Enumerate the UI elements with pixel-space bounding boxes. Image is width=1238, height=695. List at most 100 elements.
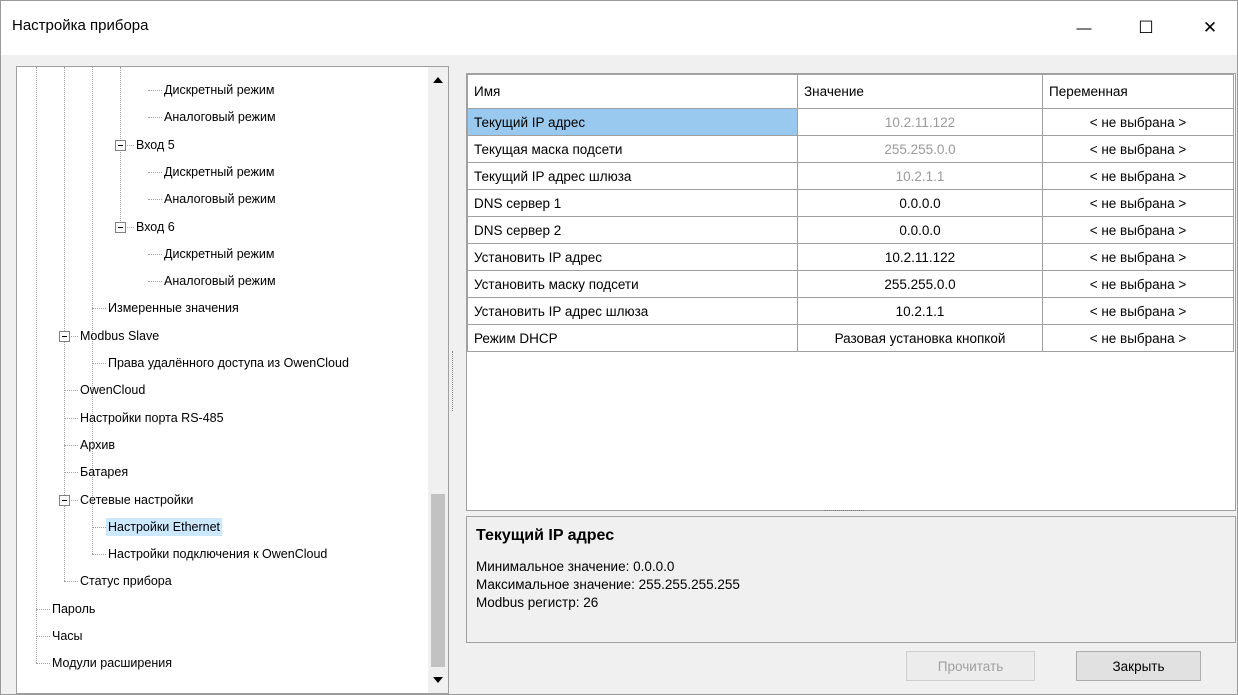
properties-table: Имя Значение Переменная Текущий IP адрес…: [467, 74, 1234, 352]
property-name[interactable]: Текущий IP адрес: [467, 108, 798, 136]
arrow-down-icon: [433, 677, 443, 683]
tree-node[interactable]: Дискретный режим: [162, 245, 276, 263]
title-bar[interactable]: Настройка прибора — ☐ ✕: [1, 1, 1237, 55]
property-name[interactable]: Установить маску подсети: [467, 270, 798, 298]
read-button[interactable]: Прочитать: [906, 651, 1035, 681]
property-variable[interactable]: < не выбрана >: [1042, 189, 1234, 217]
table-row[interactable]: Установить IP адрес шлюза 10.2.1.1 < не вы…: [467, 297, 1234, 325]
property-value[interactable]: 0.0.0.0: [797, 216, 1043, 244]
tree-node[interactable]: Модули расширения: [50, 654, 174, 672]
tree-node[interactable]: Аналоговый режим: [162, 190, 278, 208]
tree-connector: [64, 417, 78, 419]
property-name[interactable]: DNS сервер 2: [467, 216, 798, 244]
window-title: Настройка прибора: [12, 17, 149, 34]
description-min: Минимальное значение: 0.0.0.0: [476, 559, 675, 574]
tree-connector: [36, 636, 50, 637]
property-name[interactable]: Режим DHCP: [467, 324, 798, 352]
tree-node[interactable]: Батарея: [78, 463, 130, 481]
table-row[interactable]: Текущий IP адрес 10.2.11.122 < не выбрана …: [467, 108, 1234, 136]
tree-node[interactable]: Вход 5: [134, 136, 177, 154]
property-variable[interactable]: < не выбрана >: [1042, 135, 1234, 163]
tree-node[interactable]: OwenCloud: [78, 381, 147, 399]
tree-node[interactable]: Настройки подключения к OwenCloud: [106, 545, 329, 563]
tree-node[interactable]: Вход 6: [134, 218, 177, 236]
property-name[interactable]: Установить IP адрес шлюза: [467, 297, 798, 325]
tree-node[interactable]: Аналоговый режим: [162, 272, 278, 290]
collapse-toggle-icon[interactable]: [115, 139, 126, 151]
property-name[interactable]: Текущая маска подсети: [467, 135, 798, 163]
close-icon: ✕: [1202, 18, 1218, 37]
tree-node[interactable]: Аналоговый режим: [162, 108, 278, 126]
property-variable[interactable]: < не выбрана >: [1042, 297, 1234, 325]
tree-connector: [148, 253, 162, 255]
table-header-row: Имя Значение Переменная: [467, 74, 1234, 109]
property-variable[interactable]: < не выбрана >: [1042, 108, 1234, 136]
tree-node[interactable]: Измеренные значения: [106, 299, 241, 317]
maximize-icon: ☐: [1138, 18, 1154, 37]
tree-node[interactable]: Настройки порта RS-485: [78, 409, 226, 427]
property-value[interactable]: 10.2.11.122: [797, 108, 1043, 136]
tree-node[interactable]: Дискретный режим: [162, 81, 276, 99]
table-row[interactable]: Текущая маска подсети 255.255.0.0 < не выб…: [467, 135, 1234, 163]
tree-node[interactable]: Настройки Ethernet: [106, 517, 223, 536]
collapse-toggle-icon[interactable]: [115, 221, 126, 233]
maximize-button[interactable]: ☐: [1123, 1, 1169, 55]
table-row[interactable]: Режим DHCP Разовая установка кнопкой < не …: [467, 324, 1234, 352]
header-variable[interactable]: Переменная: [1042, 74, 1234, 109]
tree-connector: [148, 281, 162, 283]
tree-node[interactable]: Архив: [78, 436, 117, 454]
property-value[interactable]: 10.2.11.122: [797, 243, 1043, 271]
property-value[interactable]: Разовая установка кнопкой: [797, 324, 1043, 352]
property-variable[interactable]: < не выбрана >: [1042, 324, 1234, 352]
tree-node[interactable]: Дискретный режим: [162, 163, 276, 181]
property-variable[interactable]: < не выбрана >: [1042, 216, 1234, 244]
tree-connector: [64, 472, 78, 474]
table-row[interactable]: Установить IP адрес 10.2.11.122 < не выбра…: [467, 243, 1234, 271]
scroll-down-arrow[interactable]: [428, 670, 448, 690]
settings-tree[interactable]: Дискретный режим Аналоговый режим Вход 5 Ди…: [16, 66, 449, 694]
horizontal-splitter[interactable]: [824, 510, 864, 511]
scroll-up-arrow[interactable]: [428, 70, 448, 90]
minimize-icon: —: [1076, 19, 1092, 37]
tree-connector: [92, 363, 106, 364]
minimize-button[interactable]: —: [1061, 1, 1107, 55]
tree-connector: [92, 554, 106, 556]
tree-connector: [64, 444, 78, 446]
table-row[interactable]: DNS сервер 2 0.0.0.0 < не выбрана >: [467, 216, 1234, 244]
close-dialog-button[interactable]: Закрыть: [1076, 651, 1201, 681]
tree-connector: [36, 663, 50, 665]
description-title: Текущий IP адрес: [476, 527, 615, 544]
scroll-thumb[interactable]: [431, 494, 445, 667]
property-name[interactable]: Установить IP адрес: [467, 243, 798, 271]
tree-connector: [36, 608, 50, 610]
header-name[interactable]: Имя: [467, 74, 798, 109]
tree-node[interactable]: Пароль: [50, 600, 97, 618]
property-variable[interactable]: < не выбрана >: [1042, 162, 1234, 190]
property-value[interactable]: 0.0.0.0: [797, 189, 1043, 217]
tree-node[interactable]: Сетевые настройки: [78, 491, 195, 509]
table-row[interactable]: Установить маску подсети 255.255.0.0 < не …: [467, 270, 1234, 298]
table-row[interactable]: Текущий IP адрес шлюза 10.2.1.1 < не выбра…: [467, 162, 1234, 190]
description-panel: Текущий IP адрес Минимальное значение: 0…: [466, 516, 1236, 643]
collapse-toggle-icon[interactable]: [59, 494, 70, 506]
header-value[interactable]: Значение: [797, 74, 1043, 109]
property-value[interactable]: 255.255.0.0: [797, 270, 1043, 298]
property-value[interactable]: 10.2.1.1: [797, 297, 1043, 325]
tree-scrollbar[interactable]: [428, 67, 448, 693]
property-variable[interactable]: < не выбрана >: [1042, 270, 1234, 298]
tree-node[interactable]: Права удалённого доступа из OwenCloud: [106, 354, 351, 372]
property-name[interactable]: Текущий IP адрес шлюза: [467, 162, 798, 190]
table-row[interactable]: DNS сервер 1 0.0.0.0 < не выбрана >: [467, 189, 1234, 217]
tree-node[interactable]: Часы: [50, 627, 85, 645]
property-value[interactable]: 255.255.0.0: [797, 135, 1043, 163]
property-value[interactable]: 10.2.1.1: [797, 162, 1043, 190]
tree-node[interactable]: Статус прибора: [78, 572, 174, 590]
collapse-toggle-icon[interactable]: [59, 330, 70, 342]
vertical-splitter[interactable]: [452, 351, 456, 411]
tree-node[interactable]: Modbus Slave: [78, 327, 161, 345]
property-variable[interactable]: < не выбрана >: [1042, 243, 1234, 271]
tree-connector: [92, 526, 106, 528]
close-button[interactable]: ✕: [1187, 1, 1233, 55]
property-name[interactable]: DNS сервер 1: [467, 189, 798, 217]
tree-guide-line: [36, 67, 37, 664]
